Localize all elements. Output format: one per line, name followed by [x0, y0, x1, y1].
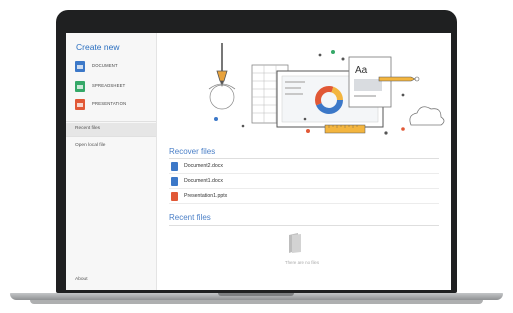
main-panel: Aa Recover files Document2.docx Document… [157, 33, 451, 290]
laptop-shadow [30, 300, 483, 304]
create-presentation-label: PRESENTATION [92, 101, 127, 106]
about-link[interactable]: About [75, 277, 88, 282]
create-spreadsheet-button[interactable]: SPREADSHEET [75, 81, 153, 94]
document-icon [75, 61, 85, 72]
sidebar: Create new DOCUMENT SPREADSHEET PRESENTA… [66, 33, 157, 290]
laptop-notch [218, 293, 294, 296]
spreadsheet-icon [75, 81, 85, 92]
create-document-label: DOCUMENT [92, 63, 118, 68]
create-spreadsheet-label: SPREADSHEET [92, 83, 126, 88]
recover-file-row[interactable]: Document2.docx [169, 161, 439, 174]
empty-state-text: There are no files [284, 260, 320, 265]
presentation-icon [75, 99, 85, 110]
file-name: Presentation1.pptx [184, 193, 228, 199]
sidebar-item-label: Open local file [75, 143, 106, 148]
sidebar-divider [66, 136, 156, 137]
empty-folder-icon [289, 233, 301, 253]
sidebar-item-open-local-file[interactable]: Open local file [66, 140, 156, 153]
illustration-aa-text: Aa [355, 65, 368, 76]
welcome-illustration: Aa [208, 43, 445, 135]
pptx-file-icon [171, 192, 178, 201]
section-divider [169, 158, 439, 159]
section-divider [169, 225, 439, 226]
recover-file-row[interactable]: Document1.docx [169, 176, 439, 189]
sidebar-item-recent-files[interactable]: Recent files [66, 123, 156, 136]
docx-file-icon [171, 162, 178, 171]
recover-files-title: Recover files [169, 147, 216, 156]
recent-files-title: Recent files [169, 213, 211, 222]
docx-file-icon [171, 177, 178, 186]
sidebar-divider [66, 121, 156, 122]
create-document-button[interactable]: DOCUMENT [75, 61, 153, 74]
file-name: Document2.docx [184, 163, 223, 169]
app-window: Create new DOCUMENT SPREADSHEET PRESENTA… [66, 33, 451, 290]
recover-file-row[interactable]: Presentation1.pptx [169, 191, 439, 204]
file-name: Document1.docx [184, 178, 223, 184]
create-new-title: Create new [76, 42, 120, 52]
sidebar-item-label: Recent files [75, 126, 101, 131]
create-presentation-button[interactable]: PRESENTATION [75, 99, 153, 112]
